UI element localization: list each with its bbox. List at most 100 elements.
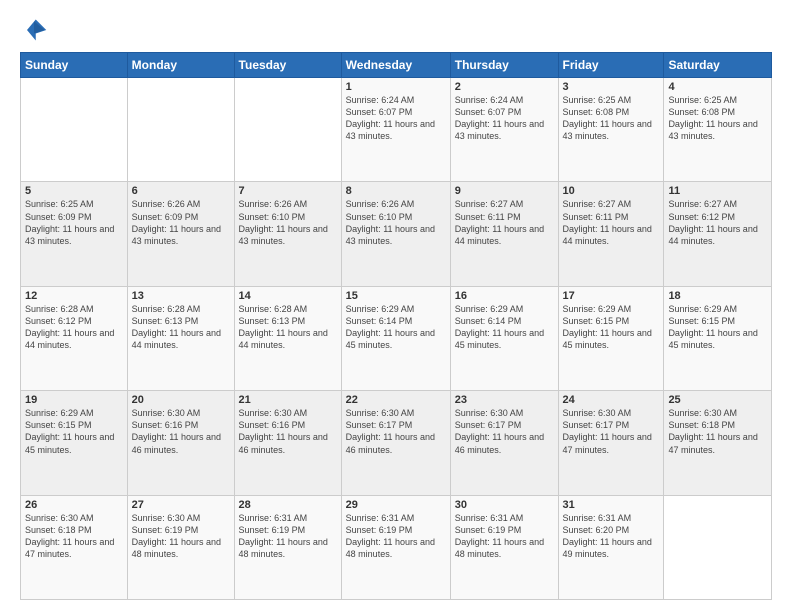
day-number: 13	[132, 290, 230, 302]
weekday-header-saturday: Saturday	[664, 53, 772, 78]
day-number: 25	[668, 394, 767, 406]
day-number: 28	[239, 499, 337, 511]
calendar-cell: 14Sunrise: 6:28 AM Sunset: 6:13 PM Dayli…	[234, 286, 341, 390]
calendar-table: SundayMondayTuesdayWednesdayThursdayFrid…	[20, 52, 772, 600]
week-row-1: 5Sunrise: 6:25 AM Sunset: 6:09 PM Daylig…	[21, 182, 772, 286]
day-number: 8	[346, 185, 446, 197]
day-detail: Sunrise: 6:31 AM Sunset: 6:20 PM Dayligh…	[563, 512, 660, 561]
day-detail: Sunrise: 6:30 AM Sunset: 6:18 PM Dayligh…	[25, 512, 123, 561]
calendar-cell: 17Sunrise: 6:29 AM Sunset: 6:15 PM Dayli…	[558, 286, 664, 390]
day-detail: Sunrise: 6:27 AM Sunset: 6:11 PM Dayligh…	[563, 198, 660, 247]
day-detail: Sunrise: 6:30 AM Sunset: 6:18 PM Dayligh…	[668, 407, 767, 456]
calendar-cell	[234, 78, 341, 182]
weekday-header-sunday: Sunday	[21, 53, 128, 78]
day-number: 22	[346, 394, 446, 406]
header	[20, 16, 772, 44]
day-number: 2	[455, 81, 554, 93]
calendar-cell: 22Sunrise: 6:30 AM Sunset: 6:17 PM Dayli…	[341, 391, 450, 495]
day-number: 1	[346, 81, 446, 93]
day-number: 4	[668, 81, 767, 93]
day-detail: Sunrise: 6:27 AM Sunset: 6:11 PM Dayligh…	[455, 198, 554, 247]
calendar-cell: 25Sunrise: 6:30 AM Sunset: 6:18 PM Dayli…	[664, 391, 772, 495]
calendar-cell: 9Sunrise: 6:27 AM Sunset: 6:11 PM Daylig…	[450, 182, 558, 286]
day-detail: Sunrise: 6:26 AM Sunset: 6:09 PM Dayligh…	[132, 198, 230, 247]
day-number: 14	[239, 290, 337, 302]
day-number: 19	[25, 394, 123, 406]
day-detail: Sunrise: 6:31 AM Sunset: 6:19 PM Dayligh…	[239, 512, 337, 561]
calendar-cell	[21, 78, 128, 182]
calendar-cell: 1Sunrise: 6:24 AM Sunset: 6:07 PM Daylig…	[341, 78, 450, 182]
day-number: 23	[455, 394, 554, 406]
day-detail: Sunrise: 6:31 AM Sunset: 6:19 PM Dayligh…	[346, 512, 446, 561]
day-detail: Sunrise: 6:28 AM Sunset: 6:12 PM Dayligh…	[25, 303, 123, 352]
calendar-cell: 26Sunrise: 6:30 AM Sunset: 6:18 PM Dayli…	[21, 495, 128, 599]
weekday-header-monday: Monday	[127, 53, 234, 78]
calendar-cell: 24Sunrise: 6:30 AM Sunset: 6:17 PM Dayli…	[558, 391, 664, 495]
day-detail: Sunrise: 6:24 AM Sunset: 6:07 PM Dayligh…	[455, 94, 554, 143]
day-detail: Sunrise: 6:31 AM Sunset: 6:19 PM Dayligh…	[455, 512, 554, 561]
day-number: 31	[563, 499, 660, 511]
weekday-header-wednesday: Wednesday	[341, 53, 450, 78]
logo-icon	[20, 16, 48, 44]
calendar-cell: 12Sunrise: 6:28 AM Sunset: 6:12 PM Dayli…	[21, 286, 128, 390]
day-number: 6	[132, 185, 230, 197]
week-row-3: 19Sunrise: 6:29 AM Sunset: 6:15 PM Dayli…	[21, 391, 772, 495]
day-number: 9	[455, 185, 554, 197]
day-detail: Sunrise: 6:29 AM Sunset: 6:15 PM Dayligh…	[668, 303, 767, 352]
calendar-cell: 16Sunrise: 6:29 AM Sunset: 6:14 PM Dayli…	[450, 286, 558, 390]
calendar-cell: 11Sunrise: 6:27 AM Sunset: 6:12 PM Dayli…	[664, 182, 772, 286]
calendar-cell: 5Sunrise: 6:25 AM Sunset: 6:09 PM Daylig…	[21, 182, 128, 286]
day-detail: Sunrise: 6:27 AM Sunset: 6:12 PM Dayligh…	[668, 198, 767, 247]
calendar-cell: 2Sunrise: 6:24 AM Sunset: 6:07 PM Daylig…	[450, 78, 558, 182]
day-number: 30	[455, 499, 554, 511]
calendar-cell: 15Sunrise: 6:29 AM Sunset: 6:14 PM Dayli…	[341, 286, 450, 390]
calendar-cell: 28Sunrise: 6:31 AM Sunset: 6:19 PM Dayli…	[234, 495, 341, 599]
day-number: 16	[455, 290, 554, 302]
week-row-4: 26Sunrise: 6:30 AM Sunset: 6:18 PM Dayli…	[21, 495, 772, 599]
calendar-cell: 21Sunrise: 6:30 AM Sunset: 6:16 PM Dayli…	[234, 391, 341, 495]
calendar-cell: 23Sunrise: 6:30 AM Sunset: 6:17 PM Dayli…	[450, 391, 558, 495]
calendar-cell: 4Sunrise: 6:25 AM Sunset: 6:08 PM Daylig…	[664, 78, 772, 182]
day-detail: Sunrise: 6:30 AM Sunset: 6:17 PM Dayligh…	[563, 407, 660, 456]
week-row-0: 1Sunrise: 6:24 AM Sunset: 6:07 PM Daylig…	[21, 78, 772, 182]
day-detail: Sunrise: 6:29 AM Sunset: 6:15 PM Dayligh…	[563, 303, 660, 352]
day-detail: Sunrise: 6:30 AM Sunset: 6:16 PM Dayligh…	[239, 407, 337, 456]
day-detail: Sunrise: 6:29 AM Sunset: 6:15 PM Dayligh…	[25, 407, 123, 456]
weekday-header-friday: Friday	[558, 53, 664, 78]
day-number: 17	[563, 290, 660, 302]
day-detail: Sunrise: 6:29 AM Sunset: 6:14 PM Dayligh…	[455, 303, 554, 352]
day-detail: Sunrise: 6:28 AM Sunset: 6:13 PM Dayligh…	[239, 303, 337, 352]
day-number: 29	[346, 499, 446, 511]
calendar-cell: 27Sunrise: 6:30 AM Sunset: 6:19 PM Dayli…	[127, 495, 234, 599]
day-detail: Sunrise: 6:24 AM Sunset: 6:07 PM Dayligh…	[346, 94, 446, 143]
calendar-cell: 30Sunrise: 6:31 AM Sunset: 6:19 PM Dayli…	[450, 495, 558, 599]
calendar-cell: 7Sunrise: 6:26 AM Sunset: 6:10 PM Daylig…	[234, 182, 341, 286]
day-detail: Sunrise: 6:30 AM Sunset: 6:17 PM Dayligh…	[346, 407, 446, 456]
weekday-header-tuesday: Tuesday	[234, 53, 341, 78]
day-detail: Sunrise: 6:26 AM Sunset: 6:10 PM Dayligh…	[346, 198, 446, 247]
day-detail: Sunrise: 6:25 AM Sunset: 6:08 PM Dayligh…	[563, 94, 660, 143]
calendar-cell: 18Sunrise: 6:29 AM Sunset: 6:15 PM Dayli…	[664, 286, 772, 390]
calendar-cell: 8Sunrise: 6:26 AM Sunset: 6:10 PM Daylig…	[341, 182, 450, 286]
calendar-cell: 19Sunrise: 6:29 AM Sunset: 6:15 PM Dayli…	[21, 391, 128, 495]
logo	[20, 16, 52, 44]
day-detail: Sunrise: 6:25 AM Sunset: 6:09 PM Dayligh…	[25, 198, 123, 247]
calendar-cell	[127, 78, 234, 182]
day-number: 20	[132, 394, 230, 406]
day-number: 15	[346, 290, 446, 302]
day-number: 12	[25, 290, 123, 302]
week-row-2: 12Sunrise: 6:28 AM Sunset: 6:12 PM Dayli…	[21, 286, 772, 390]
day-number: 7	[239, 185, 337, 197]
day-number: 10	[563, 185, 660, 197]
day-detail: Sunrise: 6:26 AM Sunset: 6:10 PM Dayligh…	[239, 198, 337, 247]
day-number: 21	[239, 394, 337, 406]
day-number: 24	[563, 394, 660, 406]
day-number: 5	[25, 185, 123, 197]
day-number: 3	[563, 81, 660, 93]
day-detail: Sunrise: 6:30 AM Sunset: 6:16 PM Dayligh…	[132, 407, 230, 456]
day-detail: Sunrise: 6:29 AM Sunset: 6:14 PM Dayligh…	[346, 303, 446, 352]
calendar-cell: 31Sunrise: 6:31 AM Sunset: 6:20 PM Dayli…	[558, 495, 664, 599]
day-number: 26	[25, 499, 123, 511]
day-detail: Sunrise: 6:30 AM Sunset: 6:19 PM Dayligh…	[132, 512, 230, 561]
day-number: 18	[668, 290, 767, 302]
